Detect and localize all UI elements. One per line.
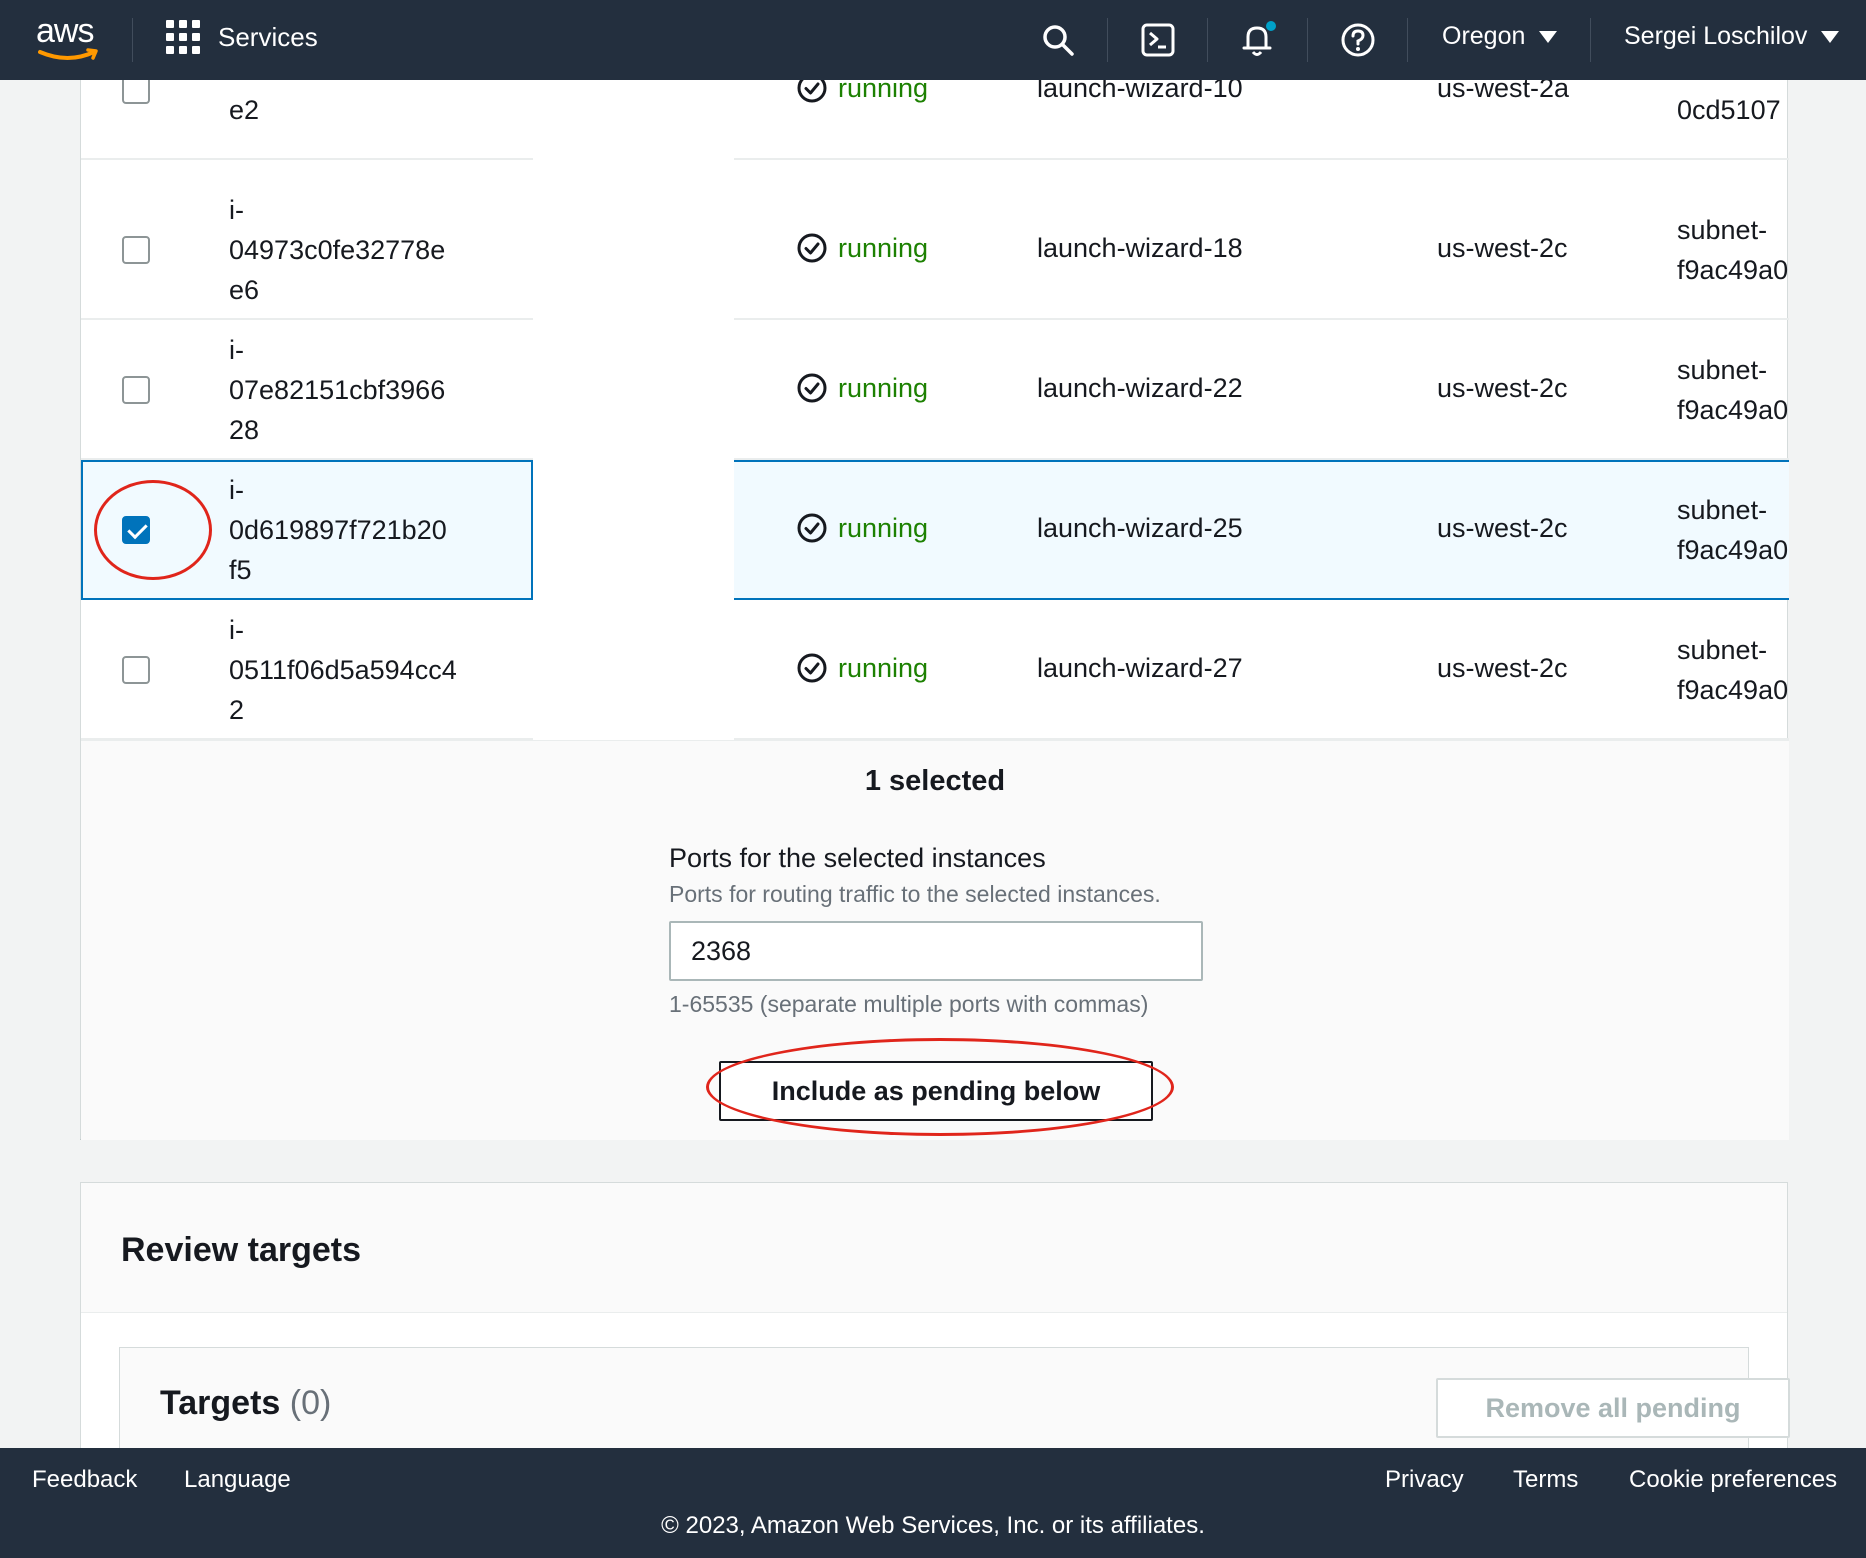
security-group: launch-wizard-18 [1037,233,1243,263]
subnet-line: f9ac49a0 [1677,255,1789,285]
instance-id: i- 07e82151cbf3966 28 [229,335,446,445]
instance-status: running [796,652,928,684]
aws-logo[interactable]: aws [36,14,102,64]
instance-status: running [796,372,928,404]
subnet-line: subnet- [1677,215,1768,245]
row-checkbox[interactable] [122,236,150,264]
status-text: running [838,232,929,263]
row-divider [81,158,533,160]
check-circle-icon [797,653,827,683]
include-as-pending-button[interactable]: Include as pending below [719,1061,1153,1121]
nav-divider [1307,18,1308,62]
selection-panel: 1 selected Ports for the selected instan… [81,740,1789,1140]
row-divider [734,158,1789,160]
instance-id: i- 0d619897f721b20 f5 [229,475,447,585]
check-circle-icon [797,513,827,543]
row-checkbox[interactable] [122,76,150,104]
security-group: launch-wizard-27 [1037,653,1243,683]
availability-zone: us-west-2c [1437,233,1568,263]
status-text: running [838,372,929,403]
row-checkbox[interactable] [122,376,150,404]
instance-status: running [796,232,928,264]
targets-heading: Targets (0) [160,1384,331,1423]
ports-input[interactable] [669,921,1203,981]
terminal-icon [1141,23,1175,57]
aws-smile-icon [38,48,98,60]
table-row[interactable]: i- 0d619897f721b20 f5 running launch-wizard-… [81,460,1789,600]
remove-all-pending-button[interactable]: Remove all pending [1436,1378,1790,1438]
top-navigation: aws Services Oregon Sergei Loschilov [0,0,1866,80]
chevron-down-icon [1539,30,1558,43]
instance-id: i- 0511f06d5a594cc4 2 [229,615,457,725]
check-circle-icon [797,373,827,403]
subnet-line: f9ac49a0 [1677,395,1789,425]
subnet-id: subnet-f9ac49a0 [1677,630,1789,710]
status-text: running [838,652,929,683]
instance-status: running [796,512,928,544]
availability-zone: us-west-2c [1437,513,1568,543]
subnet-line: f9ac49a0 [1677,535,1789,565]
ports-hint: 1-65535 (separate multiple ports with co… [669,991,1149,1017]
privacy-link[interactable]: Privacy [1385,1466,1464,1494]
security-group: launch-wizard-25 [1037,513,1243,543]
instance-id: i- 04973c0fe32778e e6 [229,195,446,305]
services-label: Services [218,21,318,52]
availability-zone: us-west-2c [1437,653,1568,683]
language-link[interactable]: Language [184,1466,291,1494]
cloudshell-button[interactable] [1134,16,1182,64]
notifications-button[interactable] [1234,16,1282,64]
services-menu-button[interactable]: Services [166,20,318,54]
terms-link[interactable]: Terms [1513,1466,1578,1494]
targets-count: (0) [289,1384,332,1422]
subnet-line: subnet- [1677,495,1768,525]
help-icon [1341,23,1375,57]
nav-divider [1207,18,1208,62]
subnet-id: subnet-f9ac49a0 [1677,490,1789,570]
subnet-id: subnet-f9ac49a0 [1677,210,1789,290]
table-row[interactable]: i- 04973c0fe32778e e6 running launch-wizard-… [81,180,1789,320]
table-row[interactable]: i- 0511f06d5a594cc4 2 running launch-wizard-… [81,600,1789,740]
cookie-preferences-link[interactable]: Cookie preferences [1629,1466,1837,1494]
services-grid-icon [166,20,200,54]
targets-title: Targets [160,1384,281,1422]
ports-description: Ports for routing traffic to the selecte… [669,881,1161,907]
region-label: Oregon [1442,22,1526,50]
row-checkbox[interactable] [122,516,150,544]
nav-divider [1590,18,1591,62]
status-text: running [838,512,929,543]
region-selector[interactable]: Oregon [1442,22,1558,51]
nav-divider [1407,18,1408,62]
search-button[interactable] [1034,16,1082,64]
instances-panel: 037b8e928278104e2runninglaunch-wizard-10… [80,55,1789,1140]
nav-divider [1107,18,1108,62]
subnet-line: subnet- [1677,635,1768,665]
nav-divider [132,18,133,62]
site-footer: Feedback Language Privacy Terms Cookie p… [0,1448,1866,1558]
search-icon [1043,25,1074,56]
subnet-line: f9ac49a0 [1677,675,1789,705]
help-button[interactable] [1334,16,1382,64]
security-group: launch-wizard-22 [1037,373,1243,403]
account-menu[interactable]: Sergei Loschilov [1624,22,1840,51]
bell-icon [1242,21,1276,56]
check-circle-icon [797,233,827,263]
table-row[interactable]: i- 07e82151cbf3966 28 running launch-wizard-… [81,320,1789,460]
subnet-line: subnet- [1677,355,1768,385]
row-checkbox[interactable] [122,656,150,684]
aws-logo-text: aws [36,12,94,50]
user-name: Sergei Loschilov [1624,22,1808,50]
copyright-text: © 2023, Amazon Web Services, Inc. or its… [661,1512,1205,1539]
ports-label: Ports for the selected instances [669,843,1046,873]
subnet-id: subnet-f9ac49a0 [1677,350,1789,430]
chevron-down-icon [1821,30,1840,43]
feedback-link[interactable]: Feedback [32,1466,137,1494]
review-header: Review targets [81,1183,1787,1313]
review-targets-title: Review targets [121,1231,361,1269]
subnet-line: 0cd5107 [1677,95,1781,125]
availability-zone: us-west-2c [1437,373,1568,403]
selected-count: 1 selected [864,765,1006,797]
